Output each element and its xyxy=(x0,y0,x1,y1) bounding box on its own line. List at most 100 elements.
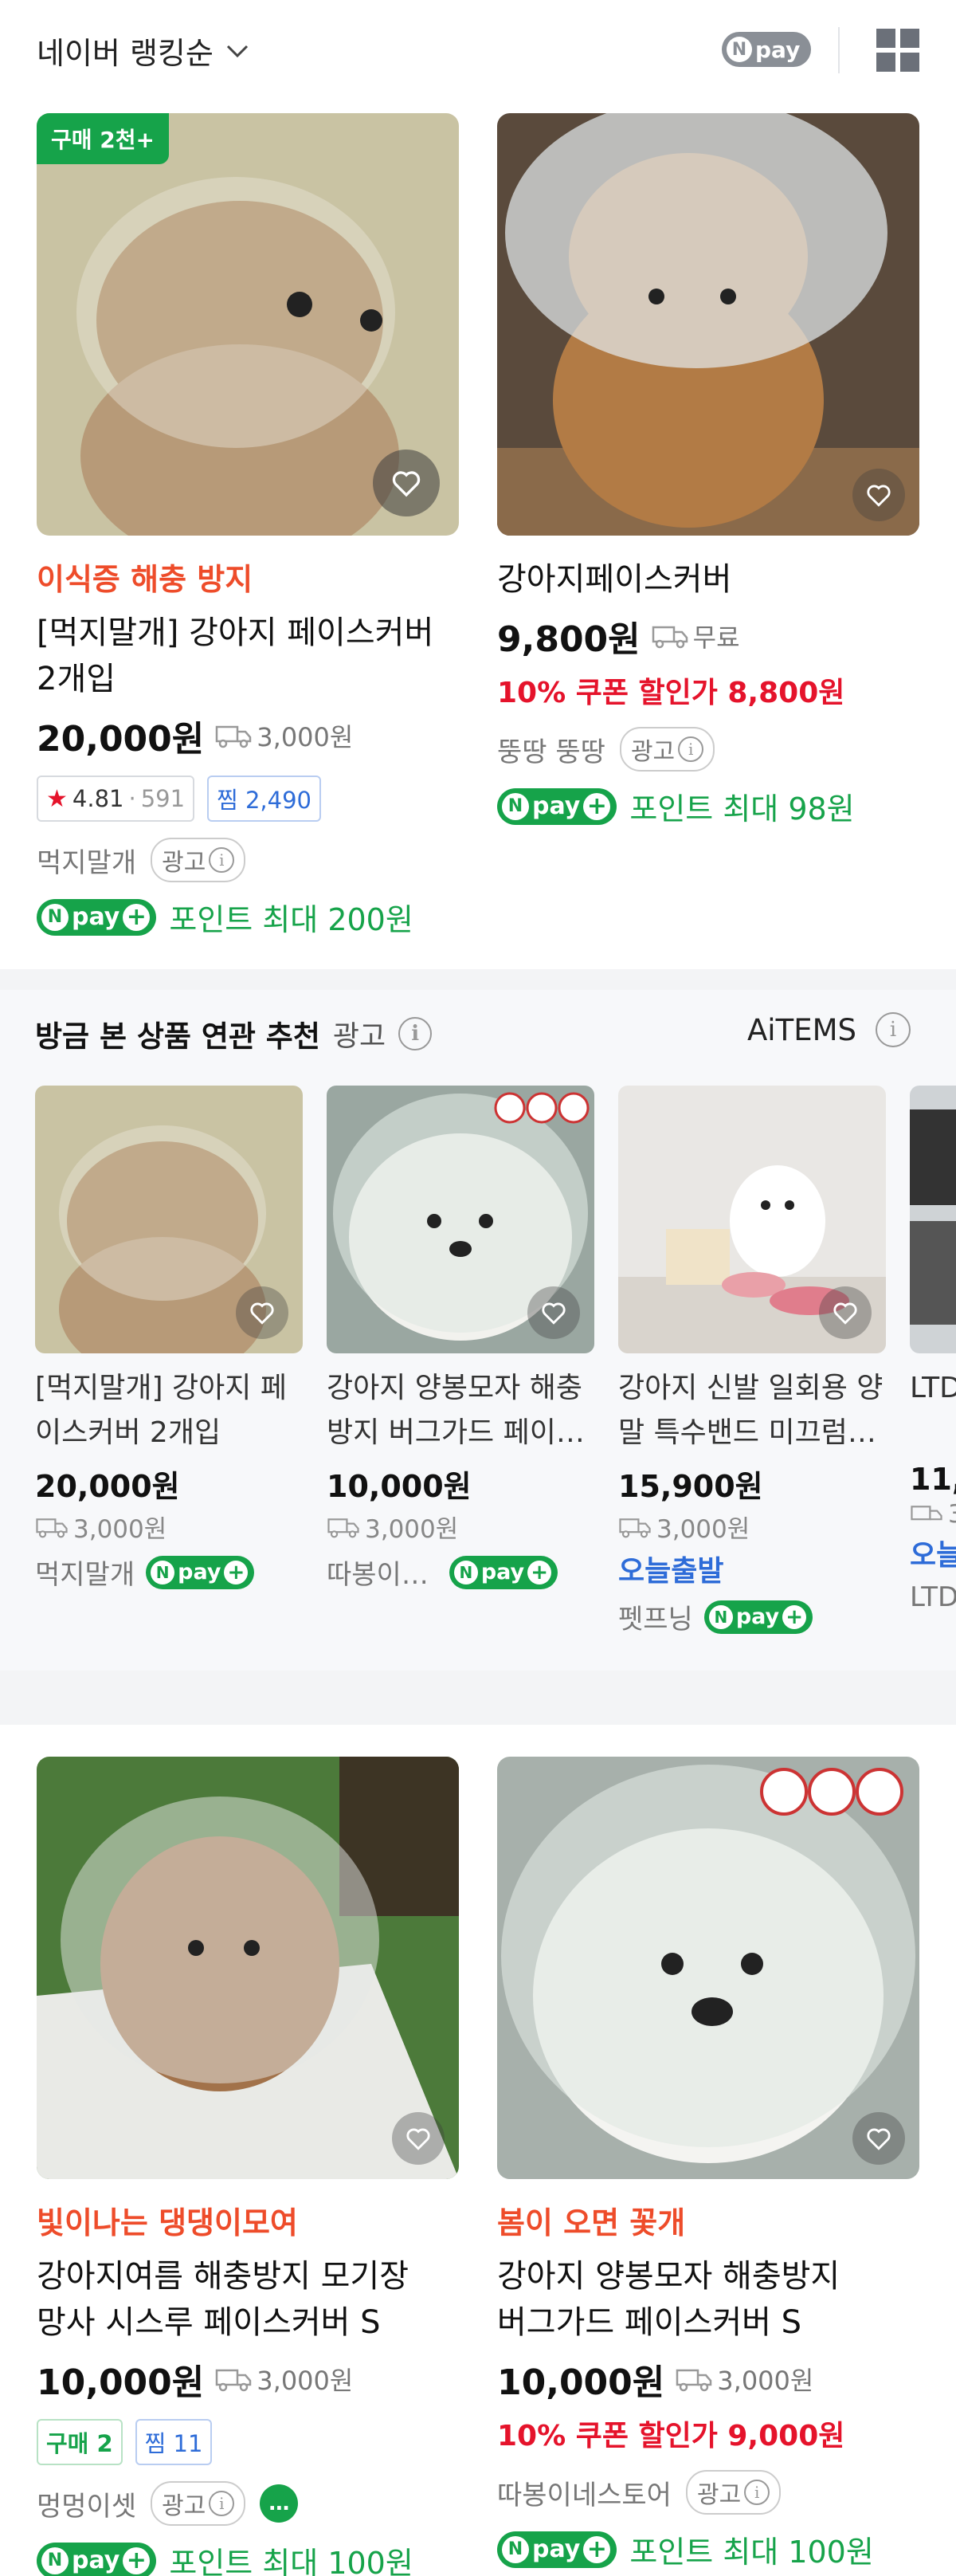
product-image[interactable] xyxy=(910,1086,956,1353)
product-price: 20,000원 xyxy=(37,719,205,760)
product-image[interactable] xyxy=(35,1086,303,1353)
product-image[interactable] xyxy=(37,1757,459,2179)
rating-tag: ★ 4.81 · 591 xyxy=(37,776,195,822)
talk-chat-icon[interactable]: … xyxy=(260,2484,299,2523)
info-icon[interactable]: i xyxy=(875,1012,911,1047)
shipping-fee: 3,000원 xyxy=(257,722,354,752)
npay-filter-button[interactable]: N pay xyxy=(722,32,811,67)
shipping-info: 3,000원 xyxy=(215,717,353,754)
seller-row: 멍멍이셋 광고 i … xyxy=(37,2481,459,2526)
heart-icon xyxy=(867,485,891,507)
related-recommendation-section: 방금 본 상품 연관 추천 광고 i AiTEMS i [먹지말개] 강아지 페… xyxy=(0,990,956,1671)
truck-icon xyxy=(619,1518,651,1537)
heart-icon xyxy=(867,2128,891,2150)
recommend-item[interactable]: 강아지 양봉모자 해충방지 버그가드 페이… 10,000원 3,000원 따봉… xyxy=(327,1086,594,1592)
ad-label[interactable]: 광고 i xyxy=(619,727,715,772)
product-image[interactable] xyxy=(497,113,919,536)
product-title[interactable]: LTD UV차 xyxy=(910,1366,956,1455)
product-card[interactable]: 봄이 오면 꽃개 강아지 양봉모자 해충방지 버그가드 페이스커버 S 10,0… xyxy=(497,1757,919,2571)
ad-label[interactable]: 광고 i xyxy=(151,838,246,882)
ad-label[interactable]: 광고 i xyxy=(151,2481,246,2526)
truck-icon xyxy=(327,1518,359,1537)
ad-label[interactable]: 광고 i xyxy=(685,2470,782,2515)
product-price: 9,800원 xyxy=(497,619,641,660)
seller-name[interactable]: 먹지말개 xyxy=(35,1553,135,1592)
seller-name[interactable]: LTD xyxy=(910,1581,956,1613)
shipping-info: 3,000원 xyxy=(327,1509,594,1545)
tag-row: 구매 2 찜 11 xyxy=(37,2419,459,2465)
product-title[interactable]: 강아지 양봉모자 해충방지 버그가드 페이스커버 S xyxy=(497,2253,919,2346)
truck-icon xyxy=(652,626,688,649)
promo-text: 봄이 오면 꽃개 xyxy=(497,2205,686,2240)
product-title[interactable]: 강아지페이스커버 xyxy=(497,556,919,603)
divider xyxy=(838,27,840,73)
recommend-item[interactable]: 강아지 신발 일회용 양말 특수밴드 미끄럼… 15,900원 3,000원 오… xyxy=(618,1086,886,1636)
product-price: 10,000원 xyxy=(327,1469,472,1504)
seller-name[interactable]: 펫프닝 xyxy=(618,1597,693,1636)
product-image[interactable]: 구매 2천+ xyxy=(37,113,459,536)
favorite-button[interactable] xyxy=(852,469,905,521)
product-card[interactable]: 빛이나는 댕댕이모여 강아지여름 해충방지 모기장 망사 시스루 페이스커버 S… xyxy=(37,1757,459,2576)
favorite-button[interactable] xyxy=(236,1286,288,1339)
promo-text: 빛이나는 댕댕이모여 xyxy=(37,2205,298,2240)
white-dog-bee-hat-photo xyxy=(497,1757,919,2179)
npay-plus-badge: Npay + xyxy=(703,1600,813,1634)
recommend-item[interactable]: [먹지말개] 강아지 페이스커버 2개입 20,000원 3,000원 먹지말개… xyxy=(35,1086,303,1592)
npay-plus-badge: Npay + xyxy=(497,787,617,825)
seller-name[interactable]: 뚱땅 뚱땅 xyxy=(497,730,605,769)
recommend-item[interactable]: LTD UV차 11, 3 오늘 LTD xyxy=(910,1086,956,1613)
product-title[interactable]: 강아지여름 해충방지 모기장 망사 시스루 페이스커버 S xyxy=(37,2253,459,2346)
shipping-info: 무료 xyxy=(652,618,740,654)
shipping-info: 3,000원 xyxy=(618,1509,886,1545)
today-shipping-badge: 오늘출발 xyxy=(618,1555,724,1588)
point-info: 포인트 최대 98원 xyxy=(629,791,855,827)
shipping-info: 3,000원 xyxy=(676,2361,813,2397)
seller-name[interactable]: 먹지말개 xyxy=(37,841,136,880)
seller-name[interactable]: 멍멍이셋 xyxy=(37,2484,136,2523)
favorite-button[interactable] xyxy=(852,2112,905,2165)
favorite-button[interactable] xyxy=(392,2112,445,2165)
sort-dropdown[interactable]: 네이버 랭킹순 xyxy=(37,29,252,73)
product-card[interactable]: 구매 2천+ 이식증 해충 방지 [먹지말개] 강아지 페이스커버 2개입 20… xyxy=(37,113,459,939)
price-row: 10,000원 3,000원 xyxy=(37,2354,459,2405)
product-title[interactable]: 강아지 양봉모자 해충방지 버그가드 페이… xyxy=(327,1366,594,1455)
shipping-fee: 무료 xyxy=(692,622,740,653)
promo-text: 이식증 해충 방지 xyxy=(37,562,253,597)
product-image[interactable] xyxy=(327,1086,594,1353)
truck-icon xyxy=(216,2369,252,2392)
npay-label: pay xyxy=(755,36,801,63)
info-icon[interactable]: i xyxy=(398,1017,433,1050)
seller-name[interactable]: 따봉이… xyxy=(327,1553,429,1592)
review-count: 591 xyxy=(140,785,186,812)
product-image[interactable] xyxy=(618,1086,886,1353)
wish-count-tag: 찜 11 xyxy=(135,2419,213,2465)
ad-label[interactable]: 광고 xyxy=(333,1013,386,1054)
product-image[interactable] xyxy=(497,1757,919,2179)
shipping-info: 3 xyxy=(910,1500,956,1529)
grid-view-icon[interactable] xyxy=(876,29,919,72)
product-price: 15,900원 xyxy=(618,1469,763,1504)
point-row: Npay + 포인트 최대 98원 xyxy=(497,784,919,828)
favorite-button[interactable] xyxy=(819,1286,872,1339)
shipping-info: 3,000원 xyxy=(35,1509,303,1545)
seller-row: LTD xyxy=(910,1581,956,1613)
point-info: 포인트 최대 200원 xyxy=(169,902,413,937)
today-shipping-badge: 오늘 xyxy=(910,1539,956,1572)
seller-row: 따봉이… Npay + xyxy=(327,1553,594,1592)
product-card[interactable]: 강아지페이스커버 9,800원 무료 10% 쿠폰 할인가 8,800원 뚱땅 … xyxy=(497,113,919,828)
favorite-button[interactable] xyxy=(527,1286,580,1339)
product-title[interactable]: [먹지말개] 강아지 페이스커버 2개입 xyxy=(35,1366,303,1455)
product-title[interactable]: [먹지말개] 강아지 페이스커버 2개입 xyxy=(37,610,459,702)
seller-row: 뚱땅 뚱땅 광고 i xyxy=(497,727,919,772)
seller-name[interactable]: 따봉이네스토어 xyxy=(497,2473,672,2512)
product-title[interactable]: 강아지 신발 일회용 양말 특수밴드 미끄럼… xyxy=(618,1366,886,1455)
top-bar: 네이버 랭킹순 N pay xyxy=(0,0,956,99)
price-row: 20,000원 3,000원 xyxy=(37,710,459,761)
info-icon: i xyxy=(209,2491,235,2516)
point-row: Npay + 포인트 최대 100원 xyxy=(497,2527,919,2571)
sort-label: 네이버 랭킹순 xyxy=(37,36,214,71)
product-price: 10,000원 xyxy=(37,2362,205,2403)
seller-row: 먹지말개 광고 i xyxy=(37,838,459,882)
heart-icon xyxy=(406,2128,430,2150)
favorite-button[interactable] xyxy=(373,450,440,516)
